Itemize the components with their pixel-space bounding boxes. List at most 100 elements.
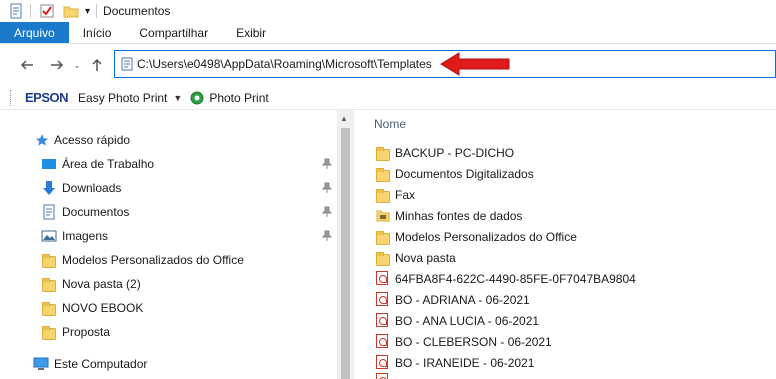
list-item[interactable]: BACKUP - PC-DICHO bbox=[354, 142, 776, 163]
pin-icon[interactable] bbox=[322, 206, 332, 218]
address-path: C:\Users\e0498\AppData\Roaming\Microsoft… bbox=[137, 57, 432, 71]
address-bar[interactable]: C:\Users\e0498\AppData\Roaming\Microsoft… bbox=[114, 50, 776, 78]
list-item[interactable]: BO - IRANEIDE - 06-2021 bbox=[354, 352, 776, 373]
up-arrow-icon bbox=[92, 58, 102, 71]
list-item[interactable] bbox=[354, 373, 776, 379]
list-item[interactable]: BO - ADRIANA - 06-2021 bbox=[354, 289, 776, 310]
document-icon bbox=[121, 57, 133, 71]
chevron-down-icon: ⌄ bbox=[73, 59, 81, 70]
file-name: 64FBA8F4-622C-4490-85FE-0F7047BA9804 bbox=[395, 271, 636, 286]
toolbar-grip[interactable] bbox=[10, 89, 13, 106]
scroll-up-icon[interactable]: ▲ bbox=[340, 114, 348, 123]
title-separator bbox=[96, 4, 98, 18]
list-item[interactable]: Fax bbox=[354, 184, 776, 205]
title-bar: ▾ Documentos bbox=[0, 0, 776, 22]
back-arrow-icon bbox=[20, 60, 33, 70]
sidebar-item-label: Modelos Personalizados do Office bbox=[62, 253, 244, 267]
sidebar-item-label: Proposta bbox=[62, 325, 111, 339]
column-header-name[interactable]: Nome bbox=[374, 117, 406, 131]
file-name: Minhas fontes de dados bbox=[395, 208, 523, 223]
pdf-icon bbox=[376, 313, 390, 327]
pin-icon[interactable] bbox=[322, 158, 332, 170]
sidebar-item-nova-pasta-2[interactable]: Nova pasta (2) bbox=[0, 272, 337, 296]
folder-icon bbox=[376, 147, 390, 161]
desktop-icon bbox=[42, 159, 56, 169]
folder-icon bbox=[376, 231, 390, 245]
sidebar-item-area-de-trabalho[interactable]: Área de Trabalho bbox=[0, 152, 337, 176]
epson-logo: EPSON bbox=[25, 90, 69, 105]
list-item[interactable]: Modelos Personalizados do Office bbox=[354, 226, 776, 247]
list-item[interactable]: BO - CLEBERSON - 06-2021 bbox=[354, 331, 776, 352]
quick-access-separator bbox=[30, 4, 31, 18]
tab-inicio[interactable]: Início bbox=[69, 22, 126, 43]
sidebar-item-novo-ebook[interactable]: NOVO EBOOK bbox=[0, 296, 337, 320]
list-item[interactable]: BO - ANA LUCIA - 06-2021 bbox=[354, 310, 776, 331]
photo-print-icon bbox=[190, 91, 204, 104]
file-name: Nova pasta bbox=[395, 250, 456, 265]
tab-arquivo[interactable]: Arquivo bbox=[0, 22, 69, 43]
nav-quick-access[interactable]: Acesso rápido bbox=[0, 128, 337, 152]
computer-icon bbox=[33, 357, 49, 370]
sidebar-item-modelos-personalizados[interactable]: Modelos Personalizados do Office bbox=[0, 248, 337, 272]
sidebar-item-label: NOVO EBOOK bbox=[62, 301, 144, 315]
sidebar-item-label: Documentos bbox=[62, 205, 130, 219]
star-icon bbox=[36, 134, 48, 146]
nav-label-quick-access: Acesso rápido bbox=[54, 133, 131, 147]
easy-photo-print-button[interactable]: Easy Photo Print bbox=[78, 91, 167, 105]
nav-this-pc[interactable]: Este Computador bbox=[0, 352, 337, 376]
list-item[interactable]: Documentos Digitalizados bbox=[354, 163, 776, 184]
sidebar-item-downloads[interactable]: Downloads bbox=[0, 176, 337, 200]
file-name: Documentos Digitalizados bbox=[395, 166, 534, 181]
pdf-icon bbox=[376, 355, 390, 369]
sidebar-item-label: Nova pasta (2) bbox=[62, 277, 141, 291]
ribbon-tabs: Arquivo Início Compartilhar Exibir bbox=[0, 22, 776, 44]
download-arrow-icon bbox=[43, 181, 55, 195]
epson-toolbar: EPSON Easy Photo Print ▼ Photo Print bbox=[0, 86, 776, 110]
scrollbar-thumb[interactable] bbox=[341, 128, 350, 379]
pictures-icon bbox=[41, 230, 57, 242]
data-sources-folder-icon bbox=[376, 210, 390, 222]
folder-icon bbox=[42, 302, 58, 318]
sidebar-item-label: Downloads bbox=[62, 181, 122, 195]
folder-icon bbox=[42, 254, 58, 270]
folder-icon bbox=[376, 252, 390, 266]
sidebar-item-documentos[interactable]: Documentos bbox=[0, 200, 337, 224]
sidebar-item-proposta[interactable]: Proposta bbox=[0, 320, 337, 344]
file-name: BO - IRANEIDE - 06-2021 bbox=[395, 355, 535, 370]
up-button[interactable] bbox=[84, 52, 110, 78]
tab-exibir[interactable]: Exibir bbox=[222, 22, 280, 43]
file-name: BACKUP - PC-DICHO bbox=[395, 145, 515, 160]
file-name: Fax bbox=[395, 187, 416, 202]
sidebar-item-label: Área de Trabalho bbox=[62, 157, 155, 171]
folder-icon bbox=[42, 278, 58, 294]
list-item[interactable]: Nova pasta bbox=[354, 247, 776, 268]
checkmark-icon[interactable] bbox=[39, 3, 55, 19]
forward-arrow-icon bbox=[51, 60, 64, 70]
sidebar-item-imagens[interactable]: Imagens bbox=[0, 224, 337, 248]
red-arrow-annotation-icon bbox=[440, 52, 510, 76]
list-item[interactable]: 64FBA8F4-622C-4490-85FE-0F7047BA9804 bbox=[354, 268, 776, 289]
new-folder-icon[interactable] bbox=[63, 3, 79, 19]
sidebar-item-label: Imagens bbox=[62, 229, 109, 243]
list-item[interactable]: Minhas fontes de dados bbox=[354, 205, 776, 226]
tab-compartilhar[interactable]: Compartilhar bbox=[125, 22, 222, 43]
folder-icon bbox=[42, 326, 58, 342]
quick-access-dropdown-icon[interactable]: ▾ bbox=[85, 6, 90, 17]
back-button[interactable] bbox=[14, 52, 40, 78]
photo-print-button[interactable]: Photo Print bbox=[209, 91, 268, 105]
folder-icon bbox=[376, 168, 390, 182]
file-name: BO - ANA LUCIA - 06-2021 bbox=[395, 313, 540, 328]
document-icon bbox=[43, 204, 55, 220]
forward-button[interactable] bbox=[44, 52, 70, 78]
properties-icon[interactable] bbox=[8, 3, 24, 19]
pdf-icon bbox=[376, 271, 390, 285]
file-name: Modelos Personalizados do Office bbox=[395, 229, 577, 244]
window-title: Documentos bbox=[103, 4, 171, 18]
nav-label-this-pc: Este Computador bbox=[54, 357, 148, 371]
chevron-down-icon[interactable]: ▼ bbox=[173, 93, 182, 103]
folder-icon bbox=[376, 189, 390, 203]
pin-icon[interactable] bbox=[322, 230, 332, 242]
recent-locations-button[interactable]: ⌄ bbox=[70, 52, 84, 78]
pin-icon[interactable] bbox=[322, 182, 332, 194]
pdf-icon bbox=[376, 334, 390, 348]
